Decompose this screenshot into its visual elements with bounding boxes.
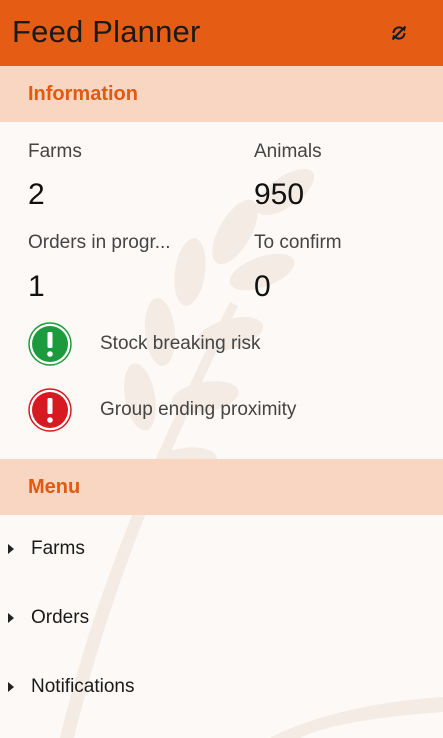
information-section-header: Information bbox=[0, 66, 443, 122]
to-confirm-value: 0 bbox=[254, 270, 271, 303]
menu-item-label: Orders bbox=[31, 607, 90, 628]
orders-in-progress-value: 1 bbox=[28, 270, 45, 303]
animals-count-label: Animals bbox=[254, 141, 322, 162]
exclamation-icon bbox=[28, 322, 72, 366]
animals-count-value: 950 bbox=[254, 178, 305, 211]
exclamation-icon bbox=[28, 388, 72, 432]
stock-breaking-risk-alert: Stock breaking risk bbox=[28, 322, 428, 366]
menu-item-farms[interactable]: Farms bbox=[0, 525, 443, 575]
group-ending-proximity-label: Group ending proximity bbox=[100, 399, 297, 420]
stock-breaking-risk-label: Stock breaking risk bbox=[100, 333, 261, 354]
caret-right-icon bbox=[8, 613, 14, 623]
information-heading: Information bbox=[28, 83, 138, 105]
caret-right-icon bbox=[8, 544, 14, 554]
farms-count-value: 2 bbox=[28, 178, 45, 211]
app-header: Feed Planner bbox=[0, 0, 443, 66]
menu-item-orders[interactable]: Orders bbox=[0, 594, 443, 644]
caret-right-icon bbox=[8, 682, 14, 692]
menu-section-header: Menu bbox=[0, 459, 443, 515]
menu-item-label: Farms bbox=[31, 538, 85, 559]
menu-item-label: Notifications bbox=[31, 676, 135, 697]
menu-heading: Menu bbox=[28, 476, 81, 498]
sync-disabled-icon bbox=[391, 25, 407, 41]
app-title: Feed Planner bbox=[12, 14, 201, 49]
to-confirm-label: To confirm bbox=[254, 232, 342, 253]
farms-count-label: Farms bbox=[28, 141, 82, 162]
sync-disabled-button[interactable] bbox=[389, 23, 409, 43]
menu-item-notifications[interactable]: Notifications bbox=[0, 663, 443, 713]
orders-in-progress-label: Orders in progr... bbox=[28, 232, 171, 253]
group-ending-proximity-alert: Group ending proximity bbox=[28, 388, 428, 432]
